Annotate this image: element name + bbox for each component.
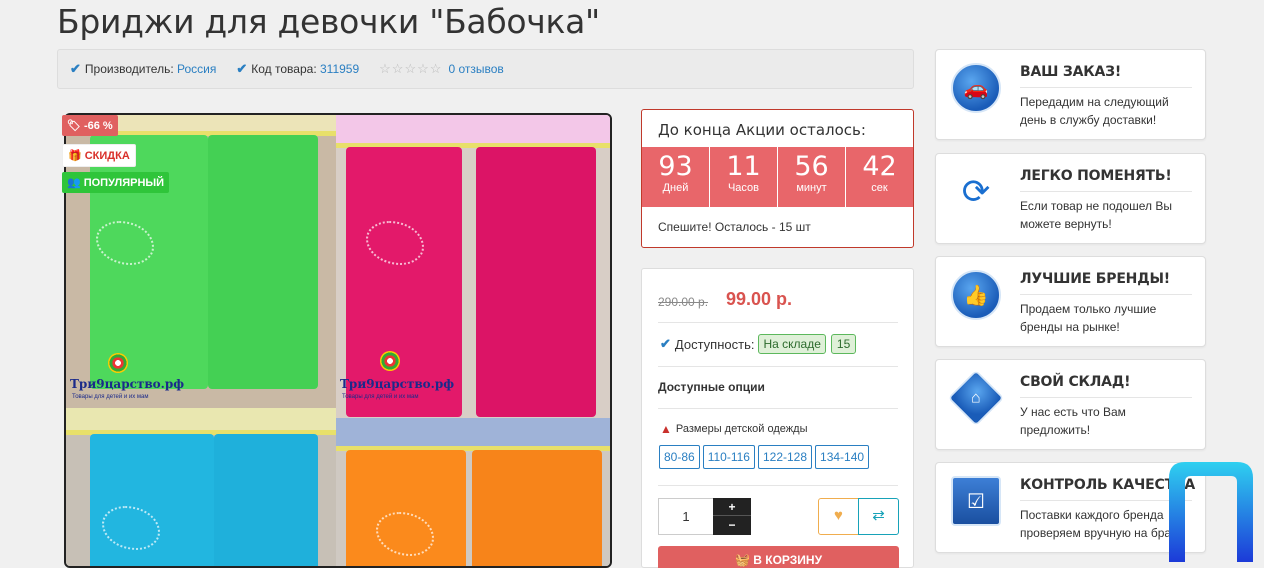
promo-countdown: До конца Акции осталось: 93 Дней 11 Часо… xyxy=(641,109,914,248)
feature-card-warehouse: ⌂ СВОЙ СКЛАД! У нас есть что Вам предлож… xyxy=(935,359,1206,450)
warning-icon: ▲ xyxy=(660,422,672,436)
wishlist-button[interactable]: ♥ xyxy=(818,498,859,535)
feature-text: Передадим на следующий день в службу дос… xyxy=(1020,95,1169,127)
countdown-seconds: 42 сек xyxy=(846,147,913,207)
basket-icon: 🧺 xyxy=(734,553,750,567)
availability-label: Доступность: xyxy=(674,336,755,352)
countdown-value: 11 xyxy=(726,151,761,182)
tag-icon: 🏷 xyxy=(67,120,81,132)
countdown-value: 42 xyxy=(862,151,897,182)
product-code-info: ✔ Код товара: 311959 xyxy=(236,61,359,77)
size-option-label: ▲ Размеры детской одежды xyxy=(660,422,807,436)
check-icon: ✔ xyxy=(70,61,81,76)
quantity-increase-button[interactable]: + xyxy=(713,498,751,516)
heart-icon: ♥ xyxy=(834,507,843,524)
feature-text: У нас есть что Вам предложить! xyxy=(1020,405,1126,437)
countdown-title: До конца Акции осталось: xyxy=(658,121,866,139)
page-title: Бриджи для девочки "Бабочка" xyxy=(57,2,600,41)
popular-badge: 👥 ПОПУЛЯРНЫЙ xyxy=(62,172,170,193)
old-price: 290.00 р. xyxy=(658,295,709,309)
compare-button[interactable]: ⇄ xyxy=(858,498,899,535)
divider xyxy=(658,366,898,367)
car-icon: 🚗 xyxy=(951,63,1001,113)
size-option-label-text: Размеры детской одежды xyxy=(675,423,808,435)
stock-quantity-badge: 15 xyxy=(830,334,857,354)
countdown-days: 93 Дней xyxy=(642,147,710,207)
size-options: 80-86 110-116 122-128 134-140 xyxy=(659,445,870,469)
sale-badge-text: СКИДКА xyxy=(84,149,130,162)
rating-stars-icon[interactable]: ☆☆☆☆☆ xyxy=(379,61,442,77)
reviews-link[interactable]: 0 отзывов xyxy=(448,62,503,76)
add-to-cart-button[interactable]: 🧺 В КОРЗИНУ xyxy=(658,546,899,568)
discount-badge: 🏷 -66 % xyxy=(62,115,118,136)
watermark-tagline: Товары для детей и их мам xyxy=(342,394,419,400)
product-info-bar: ✔ Производитель: Россия ✔ Код товара: 31… xyxy=(57,49,914,89)
rating-info: ☆☆☆☆☆ 0 отзывов xyxy=(379,61,504,77)
countdown-unit: минут xyxy=(796,182,827,194)
size-option[interactable]: 134-140 xyxy=(815,445,870,469)
countdown-unit: сек xyxy=(871,182,888,194)
countdown-unit: Часов xyxy=(727,182,760,194)
watermark-text: Три9царство.рф xyxy=(340,377,455,391)
quantity-stepper: + − xyxy=(713,498,751,535)
feature-text: Если товар не подошел Вы можете вернуть! xyxy=(1020,199,1172,231)
size-option[interactable]: 122-128 xyxy=(757,445,813,469)
image-tile-blue xyxy=(66,408,336,566)
size-option[interactable]: 110-116 xyxy=(702,445,755,469)
stock-remaining-note: Спешите! Осталось - 15 шт xyxy=(658,220,811,234)
code-label: Код товара: xyxy=(251,62,317,76)
feature-title: ВАШ ЗАКАЗ! xyxy=(1020,64,1122,80)
popular-badge-text: ПОПУЛЯРНЫЙ xyxy=(83,176,165,189)
image-tile-pink: Три9царство.рф Товары для детей и их мам xyxy=(336,115,610,418)
current-price: 99.00 р. xyxy=(726,289,793,309)
countdown-value: 56 xyxy=(794,151,829,182)
watermark-tagline: Товары для детей и их мам xyxy=(72,394,149,400)
purchase-panel: 290.00 р. 99.00 р. ✔ Доступность: На скл… xyxy=(641,268,914,568)
countdown-unit: Дней xyxy=(662,182,689,194)
quality-check-icon: ☑ xyxy=(951,476,1001,526)
feature-title: СВОЙ СКЛАД! xyxy=(1020,374,1131,390)
sale-badge: 🎁 СКИДКА xyxy=(62,144,136,167)
check-icon: ✔ xyxy=(236,61,248,76)
feature-text: Продаем только лучшие бренды на рынке! xyxy=(1020,302,1157,334)
quantity-input[interactable]: 1 xyxy=(658,498,713,535)
thumbs-up-icon: 👍 xyxy=(951,270,1001,320)
divider xyxy=(658,322,898,323)
manufacturer-label: Производитель: xyxy=(84,62,174,76)
manufacturer-link[interactable]: Россия xyxy=(177,62,216,76)
feature-title: ЛУЧШИЕ БРЕНДЫ! xyxy=(1020,271,1170,287)
stock-status-badge: На складе xyxy=(758,334,826,354)
countdown-value: 93 xyxy=(658,151,693,182)
discount-badge-text: -66 % xyxy=(83,119,113,132)
countdown-timer: 93 Дней 11 Часов 56 минут 42 сек xyxy=(642,147,913,207)
countdown-hours: 11 Часов xyxy=(710,147,778,207)
feature-card-brands: 👍 ЛУЧШИЕ БРЕНДЫ! Продаем только лучшие б… xyxy=(935,256,1206,347)
refresh-icon: ⟳ xyxy=(951,167,1001,217)
countdown-minutes: 56 минут xyxy=(778,147,846,207)
feature-card-delivery: 🚗 ВАШ ЗАКАЗ! Передадим на следующий день… xyxy=(935,49,1206,140)
availability: ✔ Доступность: На складе 15 xyxy=(660,334,857,354)
options-title: Доступные опции xyxy=(658,380,765,394)
divider xyxy=(658,408,898,409)
product-code-link[interactable]: 311959 xyxy=(320,62,359,76)
exchange-icon: ⇄ xyxy=(872,507,885,524)
check-icon: ✔ xyxy=(660,336,671,351)
watermark-text: Три9царство.рф xyxy=(70,377,185,391)
quantity-decrease-button[interactable]: − xyxy=(713,516,751,534)
users-icon: 👥 xyxy=(67,177,81,189)
manufacturer-info: ✔ Производитель: Россия xyxy=(70,61,216,77)
divider xyxy=(658,485,898,486)
size-option[interactable]: 80-86 xyxy=(659,445,700,469)
add-to-cart-label: В КОРЗИНУ xyxy=(753,553,823,567)
gift-icon: 🎁 xyxy=(68,150,82,162)
image-tile-orange xyxy=(336,418,610,566)
feature-card-exchange: ⟳ ЛЕГКО ПОМЕНЯТЬ! Если товар не подошел … xyxy=(935,153,1206,244)
warehouse-icon: ⌂ xyxy=(947,369,1005,427)
feature-title: ЛЕГКО ПОМЕНЯТЬ! xyxy=(1020,168,1172,184)
brand-logo-icon xyxy=(1169,462,1253,562)
